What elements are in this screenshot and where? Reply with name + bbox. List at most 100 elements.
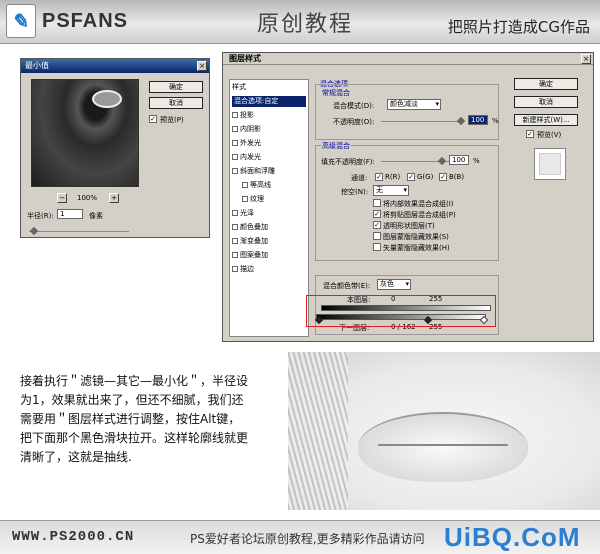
zoom-out-button[interactable]: − <box>57 193 67 203</box>
blend-mode-select[interactable]: 颜色减淡 <box>387 99 441 110</box>
style-checkbox[interactable] <box>232 210 238 216</box>
style-label: 内发光 <box>240 153 261 161</box>
close-icon[interactable]: × <box>197 61 207 71</box>
adv-option-label: 将内部效果混合成组(I) <box>383 200 454 208</box>
banner-title: 原创教程 <box>256 12 353 37</box>
preview-label: 预览(P) <box>160 116 184 124</box>
tutorial-description: 接着执行＂滤镜—其它—最小化＂，半径设为1，效果就出来了，但还不细腻，我们还需要… <box>20 374 249 464</box>
style-checkbox[interactable] <box>232 168 238 174</box>
style-label: 描边 <box>240 265 254 273</box>
style-list-item[interactable]: 颜色叠加 <box>232 222 268 233</box>
radius-slider-knob[interactable] <box>29 226 39 236</box>
footer-site-url[interactable]: WWW.PS2000.CN <box>12 529 134 545</box>
style-checkbox[interactable] <box>232 140 238 146</box>
style-list-item[interactable]: 样式 <box>232 82 246 93</box>
close-icon[interactable]: × <box>581 54 591 64</box>
style-checkbox[interactable] <box>232 126 238 132</box>
minimum-filter-dialog: 最小值 × 确定 取消 ✓ 预览(P) − 100% + 半径(R): 1 像素 <box>20 58 210 238</box>
knockout-select[interactable]: 无 <box>373 185 409 196</box>
style-list-item[interactable]: 内发光 <box>232 152 261 163</box>
style-label: 内阴影 <box>240 125 261 133</box>
style-checkbox[interactable] <box>242 182 248 188</box>
opacity-input[interactable]: 100 <box>468 115 488 125</box>
radius-slider-track[interactable] <box>29 231 129 232</box>
ok-button[interactable]: 确定 <box>149 81 203 93</box>
channel-r-label: R(R) <box>385 173 401 181</box>
opacity-percent: % <box>492 117 499 125</box>
style-list-item[interactable]: 等高线 <box>242 180 271 191</box>
blend-if-label: 混合颜色带(E): <box>323 282 371 290</box>
layer-mask-hides-checkbox[interactable] <box>373 232 381 240</box>
style-checkbox[interactable] <box>232 224 238 230</box>
style-list-item[interactable]: 渐变叠加 <box>232 236 268 247</box>
style-checkbox[interactable] <box>232 266 238 272</box>
channel-r-checkbox[interactable]: ✓ <box>375 173 383 181</box>
channel-b-checkbox[interactable]: ✓ <box>439 173 447 181</box>
adv-option-label: 透明形状图层(T) <box>383 222 435 230</box>
dialog-title: 图层样式 <box>223 53 593 65</box>
style-list-item[interactable]: 光泽 <box>232 208 254 219</box>
blend-if-select[interactable]: 灰色 <box>377 279 411 290</box>
cancel-button[interactable]: 取消 <box>149 97 203 109</box>
style-label: 投影 <box>240 111 254 119</box>
style-list: 样式 混合选项:自定 投影 内阴影 外发光 内发光 斜面和浮雕 等高线 纹理 光… <box>229 79 309 337</box>
style-list-item-selected[interactable]: 混合选项:自定 <box>232 96 306 107</box>
preview-eye-shape <box>92 90 122 108</box>
style-label: 斜面和浮雕 <box>240 167 275 175</box>
style-label: 外发光 <box>240 139 261 147</box>
channel-b-label: B(B) <box>449 173 465 181</box>
vector-mask-hides-checkbox[interactable] <box>373 243 381 251</box>
transparency-shapes-checkbox[interactable]: ✓ <box>373 221 381 229</box>
style-label: 渐变叠加 <box>240 237 268 245</box>
style-label: 图案叠加 <box>240 251 268 259</box>
general-blending-heading: 常规混合 <box>321 88 351 98</box>
hair-strands <box>288 352 348 510</box>
blend-clipped-checkbox[interactable]: ✓ <box>373 210 381 218</box>
style-checkbox[interactable] <box>242 196 248 202</box>
style-label: 颜色叠加 <box>240 223 268 231</box>
radius-input[interactable]: 1 <box>57 209 83 219</box>
blend-interior-checkbox[interactable] <box>373 199 381 207</box>
radius-unit: 像素 <box>89 212 103 220</box>
channel-g-checkbox[interactable]: ✓ <box>407 173 415 181</box>
lip-line <box>378 444 508 446</box>
new-style-button[interactable]: 新建样式(W)... <box>514 114 578 126</box>
result-lips-image <box>288 352 600 510</box>
cancel-button[interactable]: 取消 <box>514 96 578 108</box>
style-checkbox[interactable] <box>232 252 238 258</box>
fill-opacity-input[interactable]: 100 <box>449 155 469 165</box>
dialog-title: 最小值 <box>21 59 209 73</box>
style-checkbox[interactable] <box>232 112 238 118</box>
style-label: 光泽 <box>240 209 254 217</box>
style-label: 纹理 <box>250 195 264 203</box>
style-list-item[interactable]: 内阴影 <box>232 124 261 135</box>
style-list-item[interactable]: 投影 <box>232 110 254 121</box>
channel-g-label: G(G) <box>417 173 434 181</box>
radius-label: 半径(R): <box>27 212 54 220</box>
site-logo-text: PSFANS <box>42 10 129 32</box>
style-list-item[interactable]: 纹理 <box>242 194 264 205</box>
knockout-label: 挖空(N): <box>341 188 369 196</box>
watermark: UiBQ.CoM <box>444 522 581 552</box>
channels-label: 通道: <box>351 174 368 182</box>
opacity-slider-track[interactable] <box>381 121 461 122</box>
banner-title-box: 原创教程 <box>180 0 430 44</box>
style-checkbox[interactable] <box>232 154 238 160</box>
style-checkbox[interactable] <box>232 238 238 244</box>
style-list-item[interactable]: 图案叠加 <box>232 250 268 261</box>
zoom-in-button[interactable]: + <box>109 193 119 203</box>
style-list-item[interactable]: 描边 <box>232 264 254 275</box>
style-list-item[interactable]: 斜面和浮雕 <box>232 166 275 177</box>
style-list-item[interactable]: 外发光 <box>232 138 261 149</box>
opacity-label: 不透明度(O): <box>333 118 375 126</box>
fill-opacity-percent: % <box>473 157 480 165</box>
preview-checkbox[interactable]: ✓ <box>526 130 534 138</box>
feather-logo-icon: ✎ <box>6 4 36 38</box>
filter-preview-image[interactable] <box>31 79 139 187</box>
highlight-annotation-box <box>306 295 496 327</box>
footer-text: PS爱好者论坛原创教程,更多精彩作品请访问 <box>190 532 425 546</box>
preview-label: 预览(V) <box>537 131 562 139</box>
ok-button[interactable]: 确定 <box>514 78 578 90</box>
preview-checkbox[interactable]: ✓ <box>149 115 157 123</box>
lips-shape <box>358 412 528 482</box>
